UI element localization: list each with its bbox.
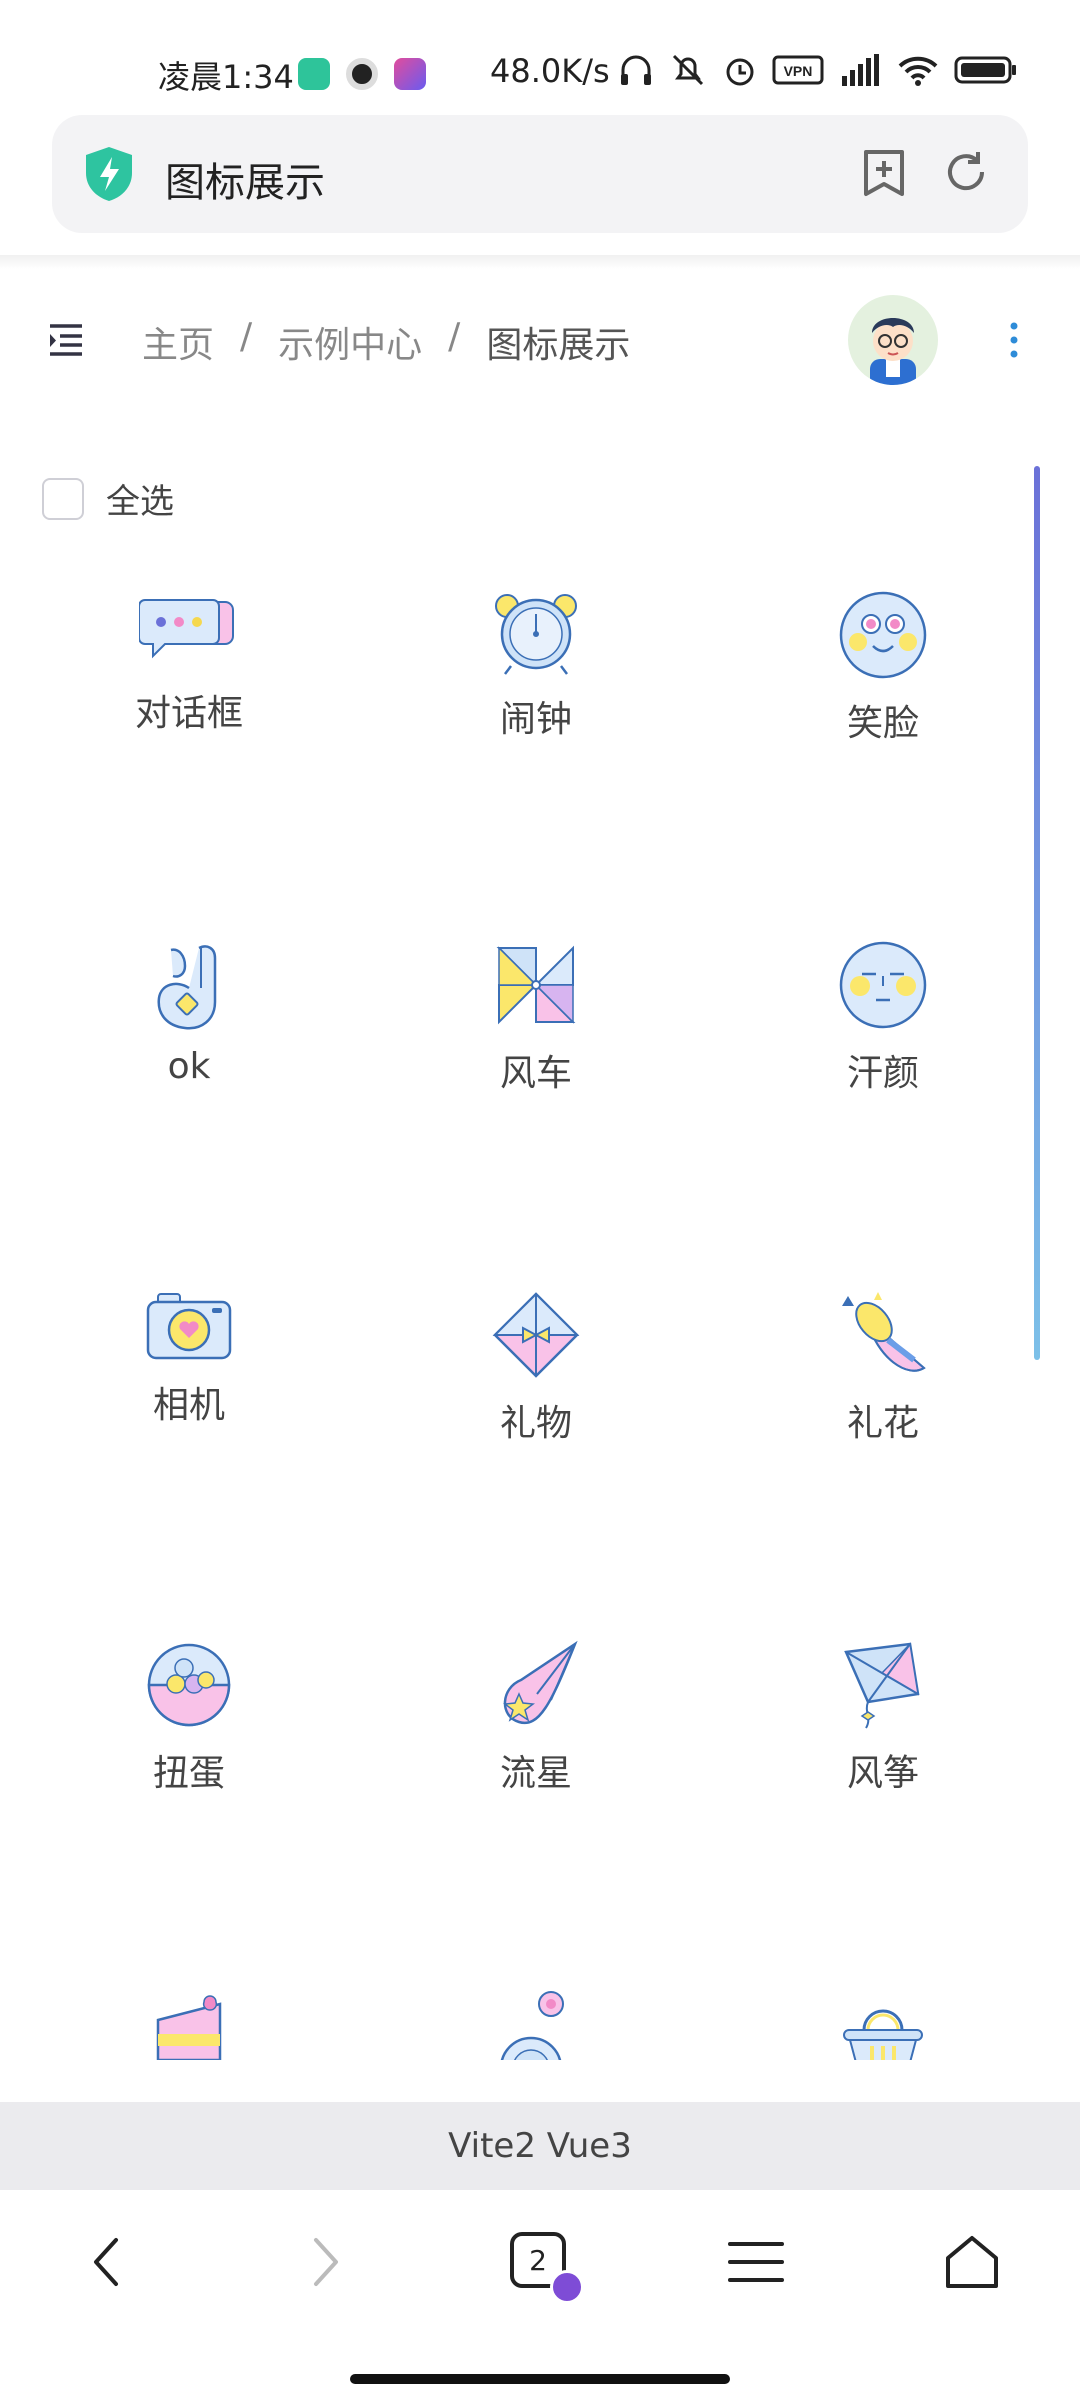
status-app-icons	[298, 58, 426, 90]
network-speed: 48.0K/s	[490, 52, 610, 90]
icon-label: 对话框	[134, 693, 243, 734]
breadcrumb-separator: /	[448, 316, 461, 357]
vpn-icon: VPN	[772, 55, 824, 85]
icon-grid: 对话框 闹钟 笑脸 ok 风车 汗颜 相机 礼物 礼花 扭蛋 流星 风筝	[0, 560, 1080, 2060]
tab-count-label: 2	[529, 2243, 547, 2277]
icon-card[interactable]: 汗颜	[710, 940, 1056, 1096]
footer-text: Vite2 Vue3	[448, 2126, 632, 2166]
icon-card[interactable]: 风筝	[710, 1640, 1056, 1796]
icon-card-partial[interactable]	[16, 1990, 362, 2060]
icon-card[interactable]: 笑脸	[710, 590, 1056, 746]
sweat-face-icon	[839, 941, 927, 1029]
icon-card[interactable]: 对话框	[16, 590, 362, 736]
icon-card[interactable]: 相机	[16, 1290, 362, 1428]
icon-card-partial[interactable]	[363, 1990, 709, 2060]
icon-card[interactable]: 扭蛋	[16, 1640, 362, 1796]
page-title[interactable]: 图标展示	[165, 150, 325, 208]
camera-icon	[146, 1293, 232, 1360]
icon-card[interactable]: 礼物	[363, 1290, 709, 1446]
icon-label: 汗颜	[846, 1053, 919, 1094]
forward-arrow-icon[interactable]	[306, 2232, 346, 2292]
svg-text:VPN: VPN	[784, 63, 813, 79]
shield-app-icon	[298, 58, 330, 90]
back-arrow-icon[interactable]	[86, 2232, 126, 2292]
circle-app-icon	[346, 58, 378, 90]
avatar-image	[870, 318, 916, 385]
icon-label: 笑脸	[846, 703, 919, 744]
home-icon[interactable]	[942, 2232, 1002, 2292]
icon-label: 相机	[152, 1385, 225, 1426]
gallery-app-icon	[394, 58, 426, 90]
alarm-icon	[726, 58, 754, 86]
status-bar: 凌晨1:34 48.0K/s VPN	[0, 0, 1080, 110]
security-shield-icon	[86, 147, 132, 201]
smiley-face-icon	[839, 591, 927, 679]
breadcrumb-separator: /	[240, 316, 253, 357]
hamburger-menu-icon[interactable]	[726, 2232, 786, 2292]
status-time: 凌晨1:34	[158, 58, 294, 96]
icon-label: 扭蛋	[152, 1753, 225, 1794]
bubble-dome-icon	[500, 1991, 564, 2060]
icon-card[interactable]: 礼花	[710, 1290, 1056, 1446]
breadcrumb: 主页 / 示例中心 / 图标展示	[142, 316, 630, 368]
site-footer: Vite2 Vue3	[0, 2102, 1080, 2190]
signal-icon	[842, 54, 879, 86]
kite-icon	[844, 1642, 920, 1729]
alarm-clock-icon	[495, 594, 577, 675]
icon-label: 闹钟	[499, 699, 572, 740]
chat-bubbles-icon	[139, 599, 234, 659]
battery-icon	[954, 56, 1016, 84]
more-options-icon[interactable]	[1008, 320, 1020, 360]
pinwheel-icon	[496, 945, 576, 1025]
select-all-row[interactable]: 全选	[42, 474, 174, 523]
icon-label: 风筝	[846, 1753, 919, 1794]
menu-toggle-icon[interactable]	[46, 322, 86, 358]
party-popper-icon	[842, 1292, 926, 1372]
select-all-label: 全选	[106, 482, 174, 522]
ok-hand-icon	[157, 945, 217, 1030]
icon-card[interactable]: 流星	[363, 1640, 709, 1796]
icon-card[interactable]: 闹钟	[363, 590, 709, 742]
shooting-star-icon	[503, 1640, 578, 1725]
icon-label: 风车	[499, 1053, 572, 1094]
incognito-badge-icon	[550, 2270, 584, 2304]
icon-card[interactable]: 风车	[363, 940, 709, 1096]
refresh-icon[interactable]	[942, 148, 990, 196]
icon-card-partial[interactable]	[710, 1990, 1056, 2060]
breadcrumb-examples[interactable]: 示例中心	[278, 316, 422, 368]
icon-label: 礼物	[499, 1403, 572, 1444]
icon-label: ok	[167, 1046, 211, 1087]
gacha-capsule-icon	[147, 1643, 231, 1727]
headphones-icon	[621, 55, 651, 85]
add-bookmark-icon[interactable]	[860, 148, 908, 198]
cake-slice-icon	[156, 1995, 222, 2060]
status-indicators: VPN	[618, 52, 1018, 88]
wifi-icon	[898, 56, 938, 86]
gift-icon	[492, 1292, 580, 1378]
mute-bell-icon	[672, 54, 704, 86]
home-indicator[interactable]	[350, 2374, 730, 2384]
icon-label: 礼花	[846, 1403, 919, 1444]
breadcrumb-home[interactable]: 主页	[142, 316, 214, 368]
icon-card[interactable]: ok	[16, 940, 362, 1087]
header-divider	[0, 255, 1080, 269]
icon-label: 流星	[499, 1753, 572, 1794]
breadcrumb-current: 图标展示	[486, 325, 631, 366]
basket-icon	[843, 2009, 923, 2060]
user-avatar[interactable]	[848, 295, 938, 385]
select-all-checkbox[interactable]	[42, 477, 84, 520]
